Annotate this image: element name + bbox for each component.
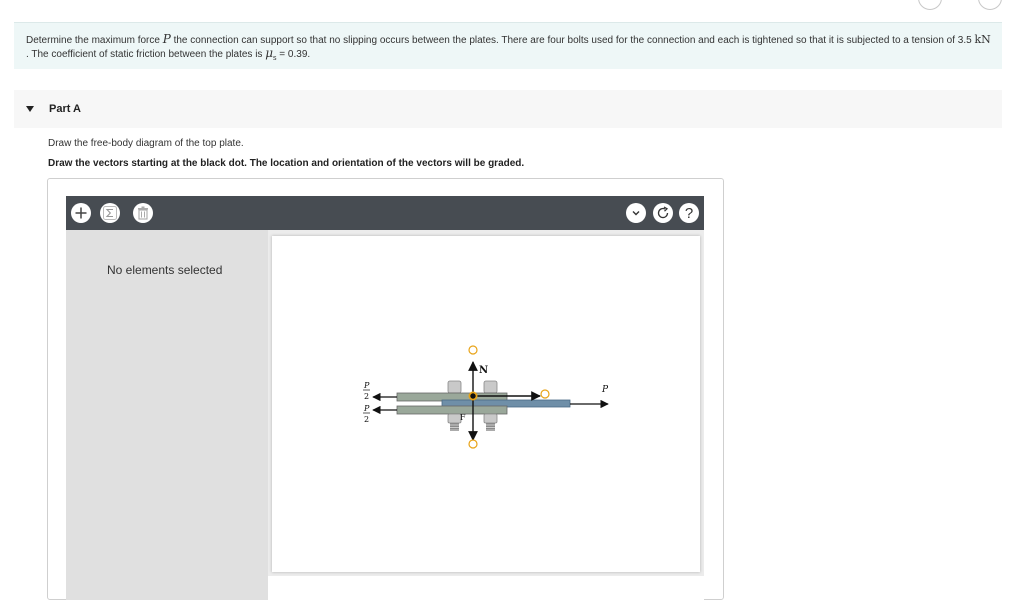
instruction-line-1: Draw the free-body diagram of the top pl… bbox=[48, 138, 244, 149]
problem-text-part: . The coefficient of static friction bet… bbox=[26, 49, 266, 60]
drawing-tool: ? No elements selected N F P P 2 P 2 bbox=[47, 178, 724, 600]
sigma-button[interactable] bbox=[100, 203, 120, 223]
bottom-plate bbox=[396, 405, 508, 415]
circle-icon[interactable] bbox=[918, 0, 942, 10]
label-P-half-bottom-num: P bbox=[363, 404, 370, 413]
part-title: Part A bbox=[49, 103, 81, 115]
label-P-half-top-den: 2 bbox=[364, 392, 369, 401]
sigma-icon bbox=[103, 206, 117, 220]
part-a-header[interactable]: Part A bbox=[14, 90, 1002, 128]
plus-icon bbox=[75, 207, 87, 219]
label-P-half-top-num: P bbox=[363, 381, 370, 390]
trash-icon bbox=[138, 206, 148, 220]
canvas-footer bbox=[268, 576, 704, 600]
instruction-line-2: Draw the vectors starting at the black d… bbox=[48, 158, 525, 169]
reset-button[interactable] bbox=[653, 203, 673, 223]
problem-statement: Determine the maximum force P the connec… bbox=[14, 22, 1002, 69]
properties-panel: No elements selected bbox=[66, 230, 268, 600]
caret-down-icon[interactable] bbox=[26, 106, 34, 112]
add-button[interactable] bbox=[71, 203, 91, 223]
label-N: N bbox=[479, 365, 488, 376]
dropdown-button[interactable] bbox=[626, 203, 646, 223]
origin-dot[interactable] bbox=[468, 391, 478, 401]
variable-P: P bbox=[162, 32, 171, 46]
no-selection-text: No elements selected bbox=[107, 263, 223, 277]
canvas-area: N F P P 2 P 2 bbox=[268, 230, 704, 600]
problem-text-part: = 0.39. bbox=[276, 49, 311, 60]
help-label: ? bbox=[684, 204, 694, 222]
problem-text: Determine the maximum force P the connec… bbox=[26, 33, 992, 65]
unit-kN: kN bbox=[974, 33, 991, 46]
free-body-diagram[interactable]: N F P P 2 P 2 bbox=[272, 236, 700, 572]
drawing-canvas[interactable]: N F P P 2 P 2 bbox=[272, 236, 700, 572]
help-button[interactable]: ? bbox=[679, 203, 699, 223]
delete-button[interactable] bbox=[133, 203, 153, 223]
chevron-down-icon bbox=[632, 211, 640, 216]
label-P-half-bottom-den: 2 bbox=[364, 415, 369, 424]
label-F: F bbox=[460, 413, 466, 422]
variable-mu: μ bbox=[265, 46, 274, 60]
problem-text-part: the connection can support so that no sl… bbox=[170, 35, 975, 46]
label-P: P bbox=[601, 385, 609, 395]
toolbar: ? bbox=[66, 196, 704, 230]
circle-icon[interactable] bbox=[978, 0, 1002, 10]
problem-text-part: Determine the maximum force bbox=[26, 35, 163, 46]
reset-icon bbox=[657, 206, 669, 219]
